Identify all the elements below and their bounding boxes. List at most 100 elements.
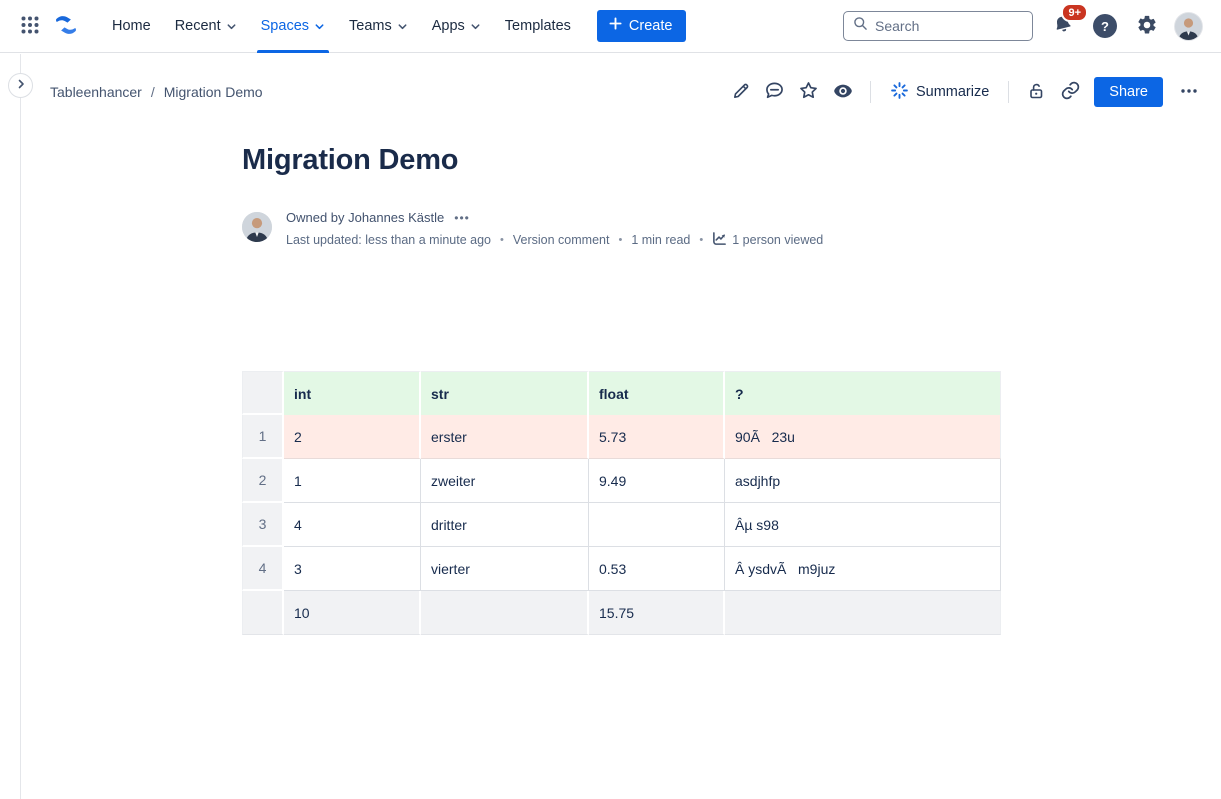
nav-recent[interactable]: Recent: [163, 0, 249, 53]
breadcrumb-space-link[interactable]: Tableenhancer: [50, 84, 142, 100]
comment-button[interactable]: [759, 76, 791, 108]
header-gutter-cell: [242, 371, 284, 415]
profile-button[interactable]: [1173, 10, 1203, 42]
table-row: 2 1 zweiter 9.49 asdjhfp: [242, 459, 1001, 503]
breadcrumb: Tableenhancer / Migration Demo: [50, 84, 263, 100]
table-header-row: int str float ?: [242, 371, 1001, 415]
link-icon: [1060, 80, 1081, 104]
row-number-cell: 1: [242, 415, 284, 459]
meta-separator: •: [500, 234, 504, 246]
help-icon: ?: [1093, 14, 1117, 38]
app-switcher-button[interactable]: [14, 10, 46, 42]
chevron-down-icon: [226, 21, 237, 32]
nav-teams[interactable]: Teams: [337, 0, 420, 53]
table-cell[interactable]: Âµ s98: [725, 503, 1001, 547]
comment-icon: [764, 80, 785, 104]
notifications-button[interactable]: 9+: [1047, 10, 1079, 42]
create-button[interactable]: Create: [597, 10, 687, 42]
table-cell[interactable]: vierter: [421, 547, 589, 591]
primary-nav: Home Recent Spaces Teams Apps Templates: [100, 0, 583, 53]
page-content: Migration Demo Owned by Johannes Kästle …: [242, 144, 1002, 635]
page-actions: Summarize Share: [725, 75, 1205, 110]
plus-icon: [609, 17, 622, 34]
read-time-text: 1 min read: [631, 233, 690, 247]
confluence-home-button[interactable]: [50, 10, 82, 42]
last-updated-text[interactable]: Last updated: less than a minute ago: [286, 233, 491, 247]
column-header-str[interactable]: str: [421, 371, 589, 415]
share-button[interactable]: Share: [1094, 77, 1163, 107]
watch-button[interactable]: [827, 76, 859, 108]
row-number-cell: [242, 591, 284, 635]
table-cell[interactable]: 90Ã 23u: [725, 415, 1001, 459]
sidebar-rail-divider: [20, 54, 21, 799]
table-row: 3 4 dritter Âµ s98: [242, 503, 1001, 547]
nav-home[interactable]: Home: [100, 0, 163, 53]
summarize-button[interactable]: Summarize: [882, 75, 997, 110]
settings-button[interactable]: [1131, 10, 1163, 42]
nav-recent-label: Recent: [175, 18, 221, 34]
table-cell[interactable]: zweiter: [421, 459, 589, 503]
owner-avatar[interactable]: [242, 212, 272, 242]
table-row: 1 2 erster 5.73 90Ã 23u: [242, 415, 1001, 459]
search-input[interactable]: [875, 18, 1023, 34]
table-cell[interactable]: Â ysdvÃ m9juz: [725, 547, 1001, 591]
nav-templates[interactable]: Templates: [493, 0, 583, 53]
owned-by-text[interactable]: Owned by Johannes Kästle: [286, 210, 444, 225]
sidebar-expand-button[interactable]: [8, 73, 33, 98]
row-number-cell: 3: [242, 503, 284, 547]
row-number-cell: 2: [242, 459, 284, 503]
views-count-text: 1 person viewed: [732, 233, 823, 247]
table-cell[interactable]: 2: [284, 415, 421, 459]
topbar-icon-group: 9+ ?: [1047, 10, 1203, 42]
views-analytics-link[interactable]: 1 person viewed: [712, 231, 823, 249]
table-cell[interactable]: erster: [421, 415, 589, 459]
version-comment-link[interactable]: Version comment: [513, 233, 610, 247]
column-header-float[interactable]: float: [589, 371, 725, 415]
top-navigation-bar: Home Recent Spaces Teams Apps Templates …: [0, 0, 1221, 53]
edit-button[interactable]: [725, 76, 757, 108]
table-cell[interactable]: 9.49: [589, 459, 725, 503]
help-button[interactable]: ?: [1089, 10, 1121, 42]
nav-spaces-label: Spaces: [261, 18, 309, 34]
table-cell[interactable]: 0.53: [589, 547, 725, 591]
page-header-bar: Tableenhancer / Migration Demo Summarize…: [0, 69, 1221, 115]
nav-spaces[interactable]: Spaces: [249, 0, 337, 53]
byline-more-button[interactable]: •••: [452, 211, 472, 225]
table-footer-cell[interactable]: 15.75: [589, 591, 725, 635]
column-header-int[interactable]: int: [284, 371, 421, 415]
byline-owner-row: Owned by Johannes Kästle •••: [286, 210, 823, 225]
nav-apps-label: Apps: [432, 18, 465, 34]
chevron-right-icon: [15, 78, 27, 93]
nav-apps[interactable]: Apps: [420, 0, 493, 53]
table-cell[interactable]: [589, 503, 725, 547]
star-icon: [798, 80, 819, 104]
copy-link-button[interactable]: [1054, 76, 1086, 108]
byline-text: Owned by Johannes Kästle ••• Last update…: [286, 210, 823, 249]
search-box[interactable]: [843, 11, 1033, 41]
page-title: Migration Demo: [242, 144, 1002, 177]
table-cell[interactable]: 1: [284, 459, 421, 503]
byline-meta-row: Last updated: less than a minute ago • V…: [286, 231, 823, 249]
byline: Owned by Johannes Kästle ••• Last update…: [242, 210, 1002, 249]
table-cell[interactable]: dritter: [421, 503, 589, 547]
table-cell[interactable]: 3: [284, 547, 421, 591]
table-footer-cell[interactable]: [421, 591, 589, 635]
column-header-q[interactable]: ?: [725, 371, 1001, 415]
table-cell[interactable]: asdjhfp: [725, 459, 1001, 503]
table-cell[interactable]: 5.73: [589, 415, 725, 459]
nav-templates-label: Templates: [505, 18, 571, 34]
meta-separator: •: [699, 234, 703, 246]
row-number-cell: 4: [242, 547, 284, 591]
table-row: 4 3 vierter 0.53 Â ysdvÃ m9juz: [242, 547, 1001, 591]
content-table-wrapper: int str float ? 1 2 erster 5.73 90Ã 23u …: [242, 371, 1002, 635]
avatar: [1175, 13, 1202, 40]
restrictions-button[interactable]: [1020, 76, 1052, 108]
table-footer-cell[interactable]: 10: [284, 591, 421, 635]
more-actions-button[interactable]: [1173, 76, 1205, 108]
summarize-label: Summarize: [916, 84, 989, 100]
table-footer-cell[interactable]: [725, 591, 1001, 635]
star-button[interactable]: [793, 76, 825, 108]
gear-icon: [1136, 14, 1158, 39]
table-cell[interactable]: 4: [284, 503, 421, 547]
breadcrumb-page-link[interactable]: Migration Demo: [164, 84, 263, 100]
